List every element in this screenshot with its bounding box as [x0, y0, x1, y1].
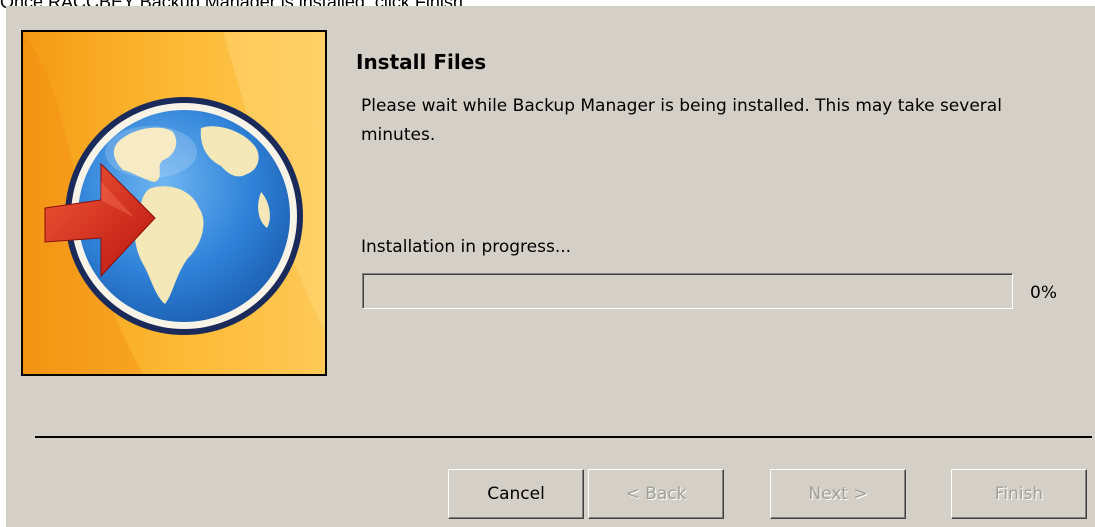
divider: [35, 436, 1092, 438]
cancel-button[interactable]: Cancel: [448, 469, 584, 519]
next-button[interactable]: Next >: [770, 469, 906, 519]
back-button[interactable]: < Back: [588, 469, 724, 519]
status-text: Installation in progress...: [361, 237, 572, 257]
progress-bar: [362, 273, 1013, 309]
progress-percent: 0%: [1030, 283, 1057, 303]
description-text: Please wait while Backup Manager is bein…: [361, 96, 1002, 145]
banner-image: [21, 30, 327, 376]
globe-arrow-icon: [23, 32, 325, 374]
page-title: Install Files: [356, 50, 487, 74]
finish-button[interactable]: Finish: [951, 469, 1087, 519]
installer-dialog: Install Files Please wait while Backup M…: [6, 6, 1095, 527]
